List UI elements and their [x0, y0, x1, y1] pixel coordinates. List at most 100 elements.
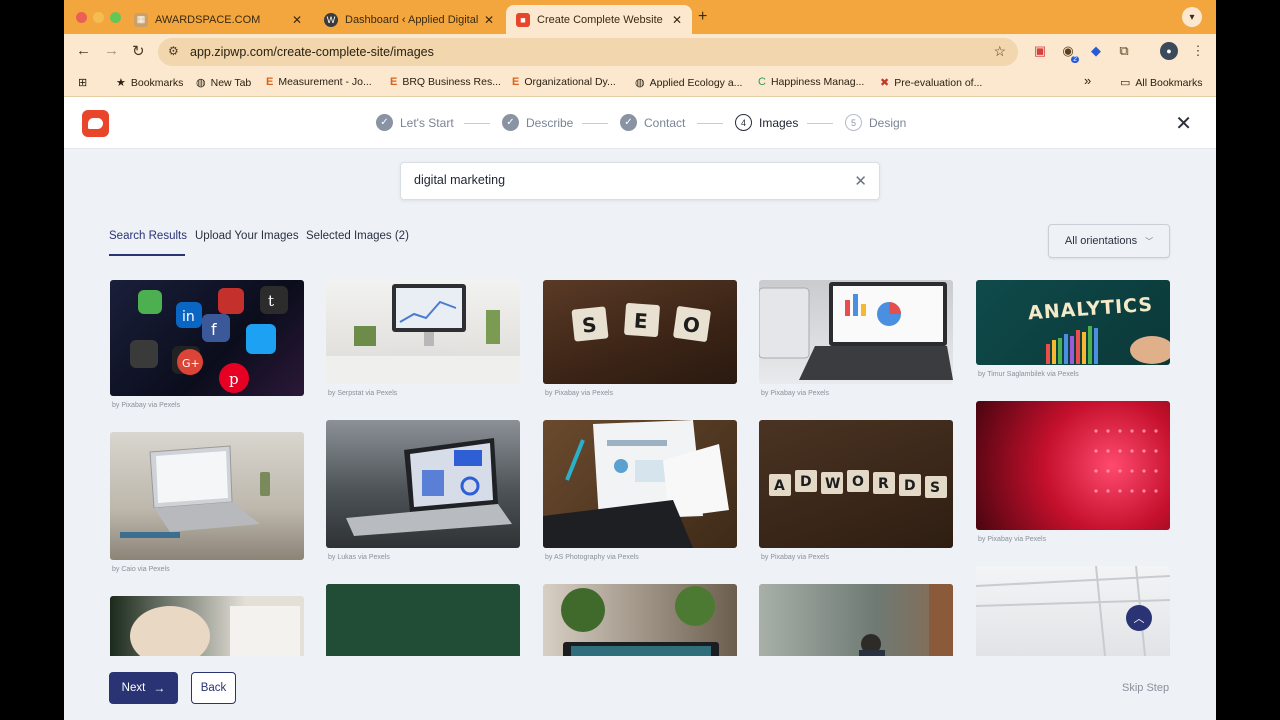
- star-icon: ★: [116, 77, 126, 89]
- step-describe[interactable]: ✓ Describe: [502, 114, 573, 131]
- profile-avatar[interactable]: ●: [1160, 42, 1178, 60]
- image-card[interactable]: [326, 584, 520, 656]
- image-card[interactable]: [759, 584, 953, 656]
- address-bar[interactable]: ⚙ app.zipwp.com/create-complete-site/ima…: [158, 38, 1018, 66]
- step-divider: [697, 123, 723, 124]
- bookmark-item[interactable]: ★ Bookmarks: [116, 76, 183, 90]
- chevron-down-icon: ﹀: [1145, 236, 1154, 246]
- image-card[interactable]: ANALYTICS: [976, 280, 1170, 365]
- extension-badge-icon[interactable]: ◉ 2: [1060, 43, 1079, 63]
- url-text[interactable]: app.zipwp.com/create-complete-site/image…: [190, 45, 434, 59]
- skip-step-link[interactable]: Skip Step: [1122, 682, 1169, 694]
- bookmark-item[interactable]: C Happiness Manag...: [758, 76, 864, 88]
- svg-text:S: S: [930, 480, 940, 496]
- scroll-to-top-button[interactable]: ︿: [1126, 605, 1152, 631]
- image-credit: by AS Photography via Pexels: [545, 554, 639, 561]
- close-tab-icon[interactable]: ✕: [292, 13, 302, 27]
- tab-search-results[interactable]: Search Results: [109, 230, 187, 242]
- step-design[interactable]: 5 Design: [845, 114, 906, 131]
- browser-window: ▦ AWARDSPACE.COM ✕ W Dashboard ‹ Applied…: [64, 0, 1216, 720]
- image-card[interactable]: in t f G+ p: [110, 280, 304, 396]
- image-search-box: ✕: [400, 162, 880, 200]
- laptop-dashboard-image: [346, 438, 512, 536]
- image-card[interactable]: [543, 420, 737, 548]
- browser-menu-icon[interactable]: ⋮: [1190, 43, 1206, 59]
- step-label: Contact: [644, 115, 686, 130]
- step-lets-start[interactable]: ✓ Let's Start: [376, 114, 454, 131]
- image-card[interactable]: S E O: [543, 280, 737, 384]
- back-arrow-icon[interactable]: ←: [76, 42, 91, 59]
- tab-search-chevron-icon[interactable]: ▾: [1182, 7, 1202, 27]
- bookmark-item[interactable]: E Measurement - Jo...: [266, 76, 372, 88]
- tab-strip: ▦ AWARDSPACE.COM ✕ W Dashboard ‹ Applied…: [64, 0, 1216, 34]
- tab-upload-images[interactable]: Upload Your Images: [195, 230, 299, 242]
- image-card[interactable]: [759, 280, 953, 384]
- next-label: Next: [121, 682, 146, 694]
- bookmark-item[interactable]: E BRQ Business Res...: [390, 76, 501, 88]
- bookmark-item[interactable]: ✖ Pre-evaluation of...: [880, 76, 983, 90]
- desk-computer-image: [326, 284, 520, 384]
- awardspace-icon: ▦: [134, 12, 148, 27]
- arrow-right-icon: →: [153, 681, 166, 695]
- extension-icon[interactable]: ◆: [1088, 43, 1104, 59]
- e-icon: E: [390, 76, 398, 88]
- browser-tab[interactable]: ▦ AWARDSPACE.COM ✕: [124, 5, 312, 34]
- maximize-window-button[interactable]: [110, 12, 121, 23]
- check-icon: ✓: [502, 114, 519, 131]
- step-images[interactable]: 4 Images: [735, 114, 798, 131]
- close-tab-icon[interactable]: ✕: [484, 13, 494, 27]
- step-contact[interactable]: ✓ Contact: [620, 114, 685, 131]
- apps-grid-icon[interactable]: ⊞: [78, 76, 92, 89]
- image-credit: by Caio via Pexels: [112, 566, 170, 573]
- reload-icon[interactable]: ↻: [132, 42, 145, 60]
- laptop-charts-image: [759, 282, 953, 380]
- minimize-window-button[interactable]: [93, 12, 104, 23]
- back-button[interactable]: Back: [191, 672, 236, 704]
- image-card[interactable]: [326, 420, 520, 548]
- search-input[interactable]: [414, 173, 834, 187]
- all-bookmarks[interactable]: ▭ All Bookmarks: [1120, 76, 1203, 90]
- orientation-select[interactable]: All orientations ﹀: [1048, 224, 1170, 258]
- image-card[interactable]: [110, 432, 304, 560]
- svg-text:E: E: [633, 308, 648, 333]
- bookmark-item[interactable]: E Organizational Dy...: [512, 76, 616, 88]
- svg-text:in: in: [182, 309, 195, 325]
- bookmarks-overflow-icon[interactable]: »: [1084, 73, 1091, 88]
- image-grid: in t f G+ p by Pixabay via Pexels by Cai…: [110, 280, 1170, 656]
- browser-toolbar: ← → ↻ ⚙ app.zipwp.com/create-complete-si…: [64, 34, 1216, 70]
- tab-title: Dashboard ‹ Applied Digital E: [345, 13, 478, 26]
- next-button[interactable]: Next →: [109, 672, 178, 704]
- image-card[interactable]: [110, 596, 304, 656]
- extension-icon[interactable]: ▣: [1032, 43, 1048, 59]
- bookmark-label: Organizational Dy...: [524, 76, 616, 88]
- image-card[interactable]: [543, 584, 737, 656]
- step-label: Design: [869, 115, 907, 130]
- check-icon: ✓: [620, 114, 637, 131]
- tab-title: AWARDSPACE.COM: [155, 13, 261, 26]
- image-card[interactable]: A D W O R D S: [759, 420, 953, 548]
- forward-arrow-icon[interactable]: →: [104, 42, 119, 59]
- bookmark-item[interactable]: ◍ Applied Ecology a...: [635, 76, 742, 90]
- svg-text:G+: G+: [182, 357, 200, 370]
- zipwp-logo: [82, 110, 109, 137]
- image-card[interactable]: [976, 401, 1170, 530]
- bookmark-star-icon[interactable]: ☆: [993, 43, 1006, 60]
- browser-tab-active[interactable]: ■ Create Complete Website ✕: [506, 5, 692, 34]
- clear-search-icon[interactable]: ✕: [854, 172, 867, 190]
- bookmark-item[interactable]: ◍ New Tab: [196, 76, 251, 90]
- extension-badge: 2: [1071, 56, 1079, 63]
- site-info-icon[interactable]: ⚙: [168, 44, 179, 58]
- new-tab-button[interactable]: +: [698, 8, 707, 26]
- extensions-puzzle-icon[interactable]: ⧉: [1116, 43, 1132, 59]
- image-credit: by Serpstat via Pexels: [328, 390, 398, 397]
- e-icon: E: [512, 76, 520, 88]
- step-number: 5: [845, 114, 862, 131]
- browser-tab[interactable]: W Dashboard ‹ Applied Digital E ✕: [314, 5, 504, 34]
- image-card[interactable]: [326, 280, 520, 384]
- close-window-button[interactable]: [76, 12, 87, 23]
- close-tab-icon[interactable]: ✕: [672, 13, 682, 27]
- close-icon[interactable]: ✕: [1175, 111, 1192, 136]
- image-credit: by Pixabay via Pexels: [545, 390, 614, 397]
- tab-selected-images[interactable]: Selected Images (2): [306, 230, 409, 242]
- bookmark-label: Pre-evaluation of...: [894, 76, 983, 89]
